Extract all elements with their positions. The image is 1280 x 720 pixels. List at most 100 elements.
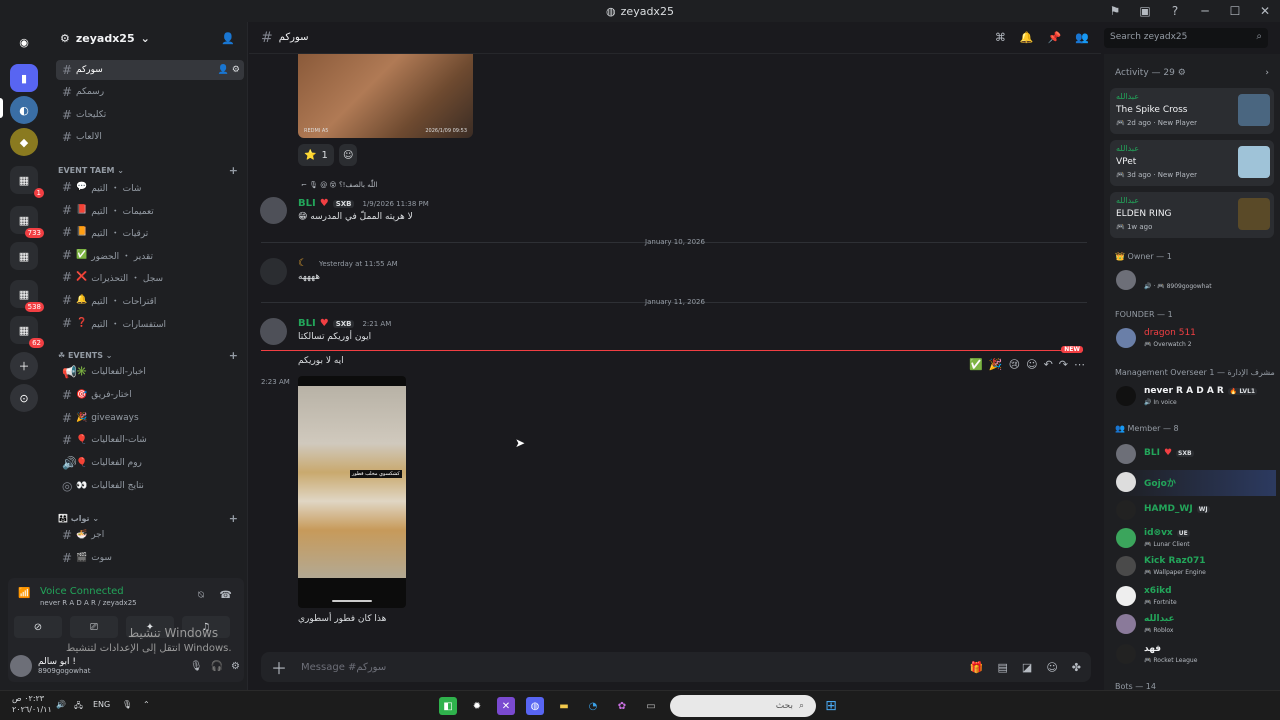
server-icon[interactable]: ◆	[10, 128, 38, 156]
avatar[interactable]	[260, 197, 287, 224]
member-item[interactable]: عبدالله 🎮 Roblox	[1116, 612, 1276, 638]
activity-card[interactable]: عبدالله The Spike Cross 🎮 2d ago · New P…	[1110, 88, 1274, 134]
folder-icon[interactable]: ▬	[555, 697, 573, 715]
author-name[interactable]: BLI	[298, 318, 316, 329]
app-icon[interactable]: ✹	[468, 697, 486, 715]
chevron-right-icon[interactable]: ›	[1265, 68, 1269, 78]
copilot-icon[interactable]: ✿	[613, 697, 631, 715]
app-icon[interactable]: ✕	[497, 697, 515, 715]
server-tag[interactable]: SXB	[332, 199, 355, 208]
add-channel-icon[interactable]: +	[229, 164, 238, 177]
mic-tray-icon[interactable]: 🎙	[122, 700, 132, 709]
disconnect-icon[interactable]: ☎	[220, 590, 232, 601]
search-input[interactable]: Search zeyadx25 ⌕	[1104, 28, 1268, 48]
channel-item[interactable]: # 🎈 شات-الفعاليات	[56, 430, 244, 450]
mic-icon[interactable]: 🎙	[190, 661, 203, 672]
author-name[interactable]: BLI	[298, 198, 316, 209]
server-icon[interactable]: ◐	[10, 96, 38, 124]
add-channel-icon[interactable]: +	[229, 349, 238, 362]
channel-item[interactable]: # ✅ تقدير ・ الحضور	[56, 245, 244, 265]
voice-status[interactable]: Voice Connected	[40, 586, 124, 597]
network-icon[interactable]: 🖧	[74, 700, 83, 714]
channel-item[interactable]: # 📙 ترقيات ・ التيم	[56, 222, 244, 242]
gif-icon[interactable]: ▤	[998, 661, 1008, 674]
close-button[interactable]: ✕	[1250, 4, 1280, 18]
reaction-star[interactable]: ⭐ 1	[298, 144, 334, 166]
app-icon[interactable]: ◧	[439, 697, 457, 715]
channel-item[interactable]: # سورکم 👤 ⚙	[56, 60, 244, 80]
member-item[interactable]: x6ikd 🎮 Fortnite	[1116, 584, 1276, 610]
activity-card[interactable]: عبدالله VPet 🎮 3d ago · New Player	[1110, 140, 1274, 186]
message-composer[interactable]: ＋ Message #سورکم 🎁 ▤ ◪ ☺ ✤	[261, 652, 1091, 682]
invite-icon[interactable]: 👤	[221, 32, 235, 45]
activity-card[interactable]: عبدالله ELDEN RING 🎮 1w ago	[1110, 192, 1274, 238]
avatar[interactable]	[260, 318, 287, 345]
category-event-team[interactable]: EVENT TAEM ⌄ +	[58, 164, 244, 177]
forward-icon[interactable]: ↷	[1059, 358, 1068, 371]
member-item[interactable]: HAMD_WJ WJ	[1116, 498, 1276, 524]
camera-off-button[interactable]: ⊘	[14, 616, 62, 638]
channel-item[interactable]: # الالعاب	[56, 127, 244, 147]
discord-home-icon[interactable]: ◉	[10, 28, 38, 56]
gift-icon[interactable]: 🎁	[970, 661, 984, 674]
add-server-icon[interactable]: ＋	[10, 352, 38, 380]
volume-icon[interactable]: 🔊	[56, 700, 66, 709]
inbox-icon[interactable]: ⚑	[1100, 4, 1130, 18]
pin-icon[interactable]: 📌	[1048, 31, 1062, 44]
channel-item[interactable]: 🔊 🎈 روم الفعاليات	[56, 453, 244, 473]
member-item[interactable]: Kick Raz071 🎮 Wallpaper Engine	[1116, 554, 1276, 580]
headphones-icon[interactable]: 🎧	[211, 661, 223, 672]
channel-item[interactable]: # 🎉 giveaways	[56, 408, 244, 428]
screen-icon[interactable]: ▣	[1130, 4, 1160, 18]
more-icon[interactable]: ⋯	[1074, 358, 1085, 371]
add-reaction-button[interactable]: ☺	[339, 144, 358, 166]
check-reaction-icon[interactable]: ✅	[969, 358, 983, 371]
channel-item[interactable]: # 🔔 اقتراحات ・ التيم	[56, 290, 244, 310]
category-events[interactable]: ☘ EVENTS ⌄ +	[58, 349, 244, 362]
channel-item[interactable]: # تكليحات	[56, 105, 244, 125]
clock[interactable]: ٠٢:٢٣ ص ٢٠٢٦/٠١/١١	[12, 693, 52, 715]
member-item[interactable]: never R A D A R 🔥 LVL1 🔊 In voice	[1116, 384, 1276, 410]
channel-item[interactable]: # ❓ استفسارات ・ التيم	[56, 313, 244, 333]
member-item[interactable]: 🔊 · 🎮 8909gogowhat	[1116, 268, 1276, 294]
reply-icon[interactable]: ↶	[1044, 358, 1053, 371]
server-folder[interactable]: ▦ 733	[10, 206, 44, 238]
emoji-icon[interactable]: ☺	[1046, 661, 1057, 674]
gear-icon[interactable]: ⚙	[231, 661, 240, 672]
server-icon[interactable]: ▮	[10, 64, 38, 92]
member-item[interactable]: BLI ♥ SXB	[1116, 442, 1276, 468]
server-folder[interactable]: ▦	[10, 242, 38, 270]
discover-icon[interactable]: ⊙	[10, 384, 38, 412]
members-icon[interactable]: 👥	[1075, 31, 1089, 44]
channel-item[interactable]: 📢 ✳️ اخبار-الفعاليات	[56, 362, 244, 382]
add-reaction-icon[interactable]: ☺	[1026, 358, 1037, 371]
server-tag[interactable]: SXB	[332, 319, 355, 328]
activity-header[interactable]: Activity — 29 ⚙ ›	[1115, 68, 1275, 78]
avatar[interactable]	[260, 258, 287, 285]
avatar[interactable]	[10, 655, 32, 677]
member-item[interactable]: Gojoか	[1116, 470, 1276, 496]
image-attachment[interactable]: REDMI A5 2026/1/09 09:53	[298, 54, 473, 138]
maximize-button[interactable]: ☐	[1220, 4, 1250, 18]
apps-icon[interactable]: ✤	[1072, 661, 1081, 674]
channel-item[interactable]: ◎ 👀 نتايج الفعاليات	[56, 476, 244, 496]
attach-icon[interactable]: ＋	[271, 655, 287, 679]
minimize-button[interactable]: ─	[1190, 4, 1220, 18]
message-input[interactable]: Message #سورکم	[301, 662, 386, 673]
chevron-up-icon[interactable]: ⌃	[143, 700, 150, 709]
member-item[interactable]: id⊗vx UE 🎮 Lunar Client	[1116, 526, 1276, 552]
bell-icon[interactable]: 🔔	[1020, 31, 1034, 44]
member-item[interactable]: فهد 🎮 Rocket League	[1116, 642, 1276, 668]
server-folder[interactable]: ▦ 62	[10, 316, 44, 348]
channel-item[interactable]: # 🎯 اختار-فريق	[56, 385, 244, 405]
reply-preview[interactable]: ⌐ 🎙 @ 😵 اللّٰه بالصف!؟	[301, 181, 377, 189]
help-icon[interactable]: ?	[1160, 4, 1190, 18]
server-folder[interactable]: ▦ 1	[10, 166, 44, 198]
edge-icon[interactable]: ◔	[584, 697, 602, 715]
member-item[interactable]: dragon 511 🎮 Overwatch 2	[1116, 326, 1276, 352]
channel-item[interactable]: # 📕 تعميمات ・ التيم	[56, 200, 244, 220]
channel-item[interactable]: # رسمكم	[56, 82, 244, 102]
noise-icon[interactable]: ⍉	[198, 590, 204, 601]
language-indicator[interactable]: ENG	[93, 700, 110, 709]
party-reaction-icon[interactable]: 🎉	[989, 358, 1003, 371]
